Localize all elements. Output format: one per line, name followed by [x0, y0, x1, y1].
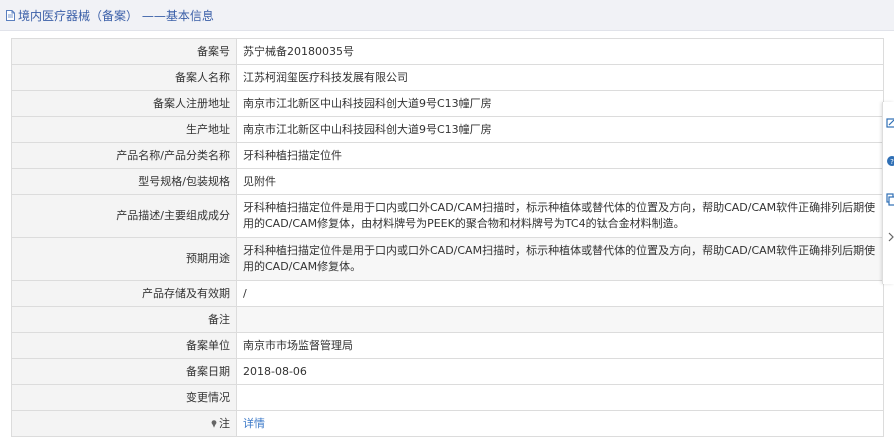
- table-row: 备案单位 南京市市场监督管理局: [11, 332, 884, 359]
- document-icon: [6, 10, 15, 21]
- help-icon[interactable]: ?: [885, 154, 894, 168]
- field-value-product-name: 牙科种植扫描定位件: [236, 142, 884, 169]
- field-label-product-name: 产品名称/产品分类名称: [11, 142, 237, 169]
- field-label-registrant-name: 备案人名称: [11, 64, 237, 91]
- field-label-filing-unit: 备案单位: [11, 332, 237, 359]
- title-bar: 境内医疗器械（备案） ——基本信息: [0, 0, 894, 31]
- note-label-cell: 注: [11, 410, 237, 437]
- field-value-record-number: 苏宁械备20180035号: [236, 38, 884, 65]
- detail-table: 备案号 苏宁械备20180035号 备案人名称 江苏柯润玺医疗科技发展有限公司 …: [11, 38, 884, 437]
- field-label-remarks: 备注: [11, 306, 237, 333]
- field-value-change-status: [236, 384, 884, 411]
- table-row: 备案号 苏宁械备20180035号: [11, 38, 884, 65]
- table-row: 产品描述/主要组成成分 牙科种植扫描定位件是用于口内或口外CAD/CAM扫描时，…: [11, 194, 884, 238]
- page-title: 境内医疗器械（备案） ——基本信息: [6, 7, 214, 24]
- field-label-description: 产品描述/主要组成成分: [11, 194, 237, 238]
- field-value-remarks: [236, 306, 884, 333]
- field-label-record-number: 备案号: [11, 38, 237, 65]
- table-row: 备案人注册地址 南京市江北新区中山科技园科创大道9号C13幢厂房: [11, 90, 884, 117]
- note-value-cell: 详情: [236, 410, 884, 437]
- field-label-change-status: 变更情况: [11, 384, 237, 411]
- field-value-filing-unit: 南京市市场监督管理局: [236, 332, 884, 359]
- page: 境内医疗器械（备案） ——基本信息 备案号 苏宁械备20180035号 备案人名…: [0, 0, 894, 443]
- copy-icon[interactable]: [885, 192, 894, 206]
- details-link[interactable]: 详情: [243, 417, 265, 430]
- field-label-model-spec: 型号规格/包装规格: [11, 168, 237, 195]
- field-label-storage-validity: 产品存储及有效期: [11, 280, 237, 307]
- chevron-right-icon[interactable]: [885, 230, 894, 244]
- note-label: 注: [219, 416, 230, 430]
- field-value-filing-date: 2018-08-06: [236, 358, 884, 385]
- field-value-model-spec: 见附件: [236, 168, 884, 195]
- table-row: 变更情况: [11, 384, 884, 411]
- table-row: 产品存储及有效期 /: [11, 280, 884, 307]
- field-label-intended-use: 预期用途: [11, 237, 237, 281]
- field-value-description: 牙科种植扫描定位件是用于口内或口外CAD/CAM扫描时，标示种植体或替代体的位置…: [236, 194, 884, 238]
- field-value-production-address: 南京市江北新区中山科技园科创大道9号C13幢厂房: [236, 116, 884, 143]
- field-label-production-address: 生产地址: [11, 116, 237, 143]
- side-toolbar: ?: [882, 102, 894, 284]
- page-title-text: 境内医疗器械（备案） ——基本信息: [18, 9, 214, 23]
- edit-icon[interactable]: [885, 116, 894, 130]
- svg-text:?: ?: [890, 158, 894, 166]
- field-value-registrant-address: 南京市江北新区中山科技园科创大道9号C13幢厂房: [236, 90, 884, 117]
- field-label-registrant-address: 备案人注册地址: [11, 90, 237, 117]
- field-value-registrant-name: 江苏柯润玺医疗科技发展有限公司: [236, 64, 884, 91]
- table-row: 备注: [11, 306, 884, 333]
- table-row: 注 详情: [11, 410, 884, 437]
- field-label-filing-date: 备案日期: [11, 358, 237, 385]
- table-row: 备案日期 2018-08-06: [11, 358, 884, 385]
- table-row: 生产地址 南京市江北新区中山科技园科创大道9号C13幢厂房: [11, 116, 884, 143]
- table-row: 备案人名称 江苏柯润玺医疗科技发展有限公司: [11, 64, 884, 91]
- table-row: 产品名称/产品分类名称 牙科种植扫描定位件: [11, 142, 884, 169]
- table-row: 型号规格/包装规格 见附件: [11, 168, 884, 195]
- field-value-storage-validity: /: [236, 280, 884, 307]
- field-value-intended-use: 牙科种植扫描定位件是用于口内或口外CAD/CAM扫描时，标示种植体或替代体的位置…: [236, 237, 884, 281]
- table-row: 预期用途 牙科种植扫描定位件是用于口内或口外CAD/CAM扫描时，标示种植体或替…: [11, 237, 884, 281]
- pin-icon: [211, 419, 217, 428]
